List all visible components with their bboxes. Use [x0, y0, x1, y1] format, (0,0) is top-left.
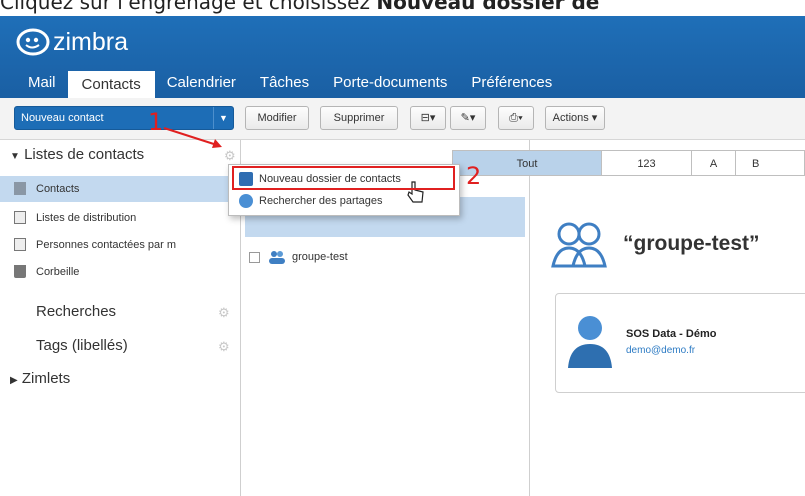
searches-heading[interactable]: Recherches	[36, 303, 116, 320]
highlight-box	[232, 166, 455, 190]
caption-bold: Nouveau dossier de	[376, 0, 600, 14]
caption-prefix: Cliquez sur l'engrenage et choisissez	[0, 0, 377, 14]
collapse-arrow-icon[interactable]: ▼	[10, 151, 20, 162]
contact-lists-heading[interactable]: ▼ Listes de contacts	[10, 146, 144, 163]
filter-123[interactable]: 123	[602, 150, 692, 176]
contact-detail-pane: “groupe-test” SOS Data - Démo demo@demo.…	[531, 176, 805, 496]
annotation-arrow	[163, 127, 222, 148]
actions-button[interactable]: Actions ▾	[545, 106, 605, 130]
tag-dropdown-button[interactable]: ⊟▾	[410, 106, 446, 130]
tag-icon: ⊟▾	[420, 112, 436, 124]
share-search-icon	[239, 194, 253, 208]
searches-gear-icon[interactable]: ⚙	[218, 305, 230, 321]
sidebar-item-contacts[interactable]: Contacts	[0, 176, 240, 202]
menu-item-search-shares[interactable]: Rechercher des partages	[235, 190, 383, 212]
tab-tasks[interactable]: Tâches	[248, 68, 321, 98]
group-avatar-icon	[551, 222, 607, 268]
menu-item-label: Rechercher des partages	[259, 195, 383, 207]
group-icon	[269, 251, 285, 264]
edit-button[interactable]: Modifier	[245, 106, 309, 130]
zimbra-logo[interactable]: zimbra	[16, 22, 128, 62]
filter-b[interactable]: B	[736, 150, 805, 176]
group-title: “groupe-test”	[623, 232, 760, 255]
sidebar-item-label: Listes de distribution	[36, 212, 137, 224]
tags-gear-icon[interactable]: ⚙	[218, 339, 230, 355]
delete-button[interactable]: Supprimer	[320, 106, 398, 130]
filter-a[interactable]: A	[692, 150, 736, 176]
pencil-icon: ✎▾	[460, 112, 476, 124]
list-icon	[14, 211, 26, 224]
expand-arrow-icon[interactable]: ▶	[10, 375, 18, 386]
zimlets-label: Zimlets	[21, 370, 71, 387]
sidebar: ▼ Listes de contacts ⚙ Contacts Listes d…	[0, 140, 240, 496]
sidebar-item-label: Corbeille	[36, 266, 80, 278]
tags-heading[interactable]: Tags (libellés)	[36, 337, 128, 354]
sidebar-item-distribution-lists[interactable]: Listes de distribution	[0, 205, 240, 231]
print-dropdown-button[interactable]: ⎙▾	[498, 106, 534, 130]
alphabet-filter: Tout 123 A B	[452, 150, 805, 176]
address-book-icon	[14, 182, 26, 195]
contacts-book-icon	[14, 238, 26, 251]
app-tabs: Mail Contacts Calendrier Tâches Porte-do…	[0, 68, 564, 98]
zimbra-logo-icon	[16, 28, 50, 56]
tab-contacts[interactable]: Contacts	[67, 71, 155, 98]
sidebar-item-emailed-contacts[interactable]: Personnes contactées par m	[0, 232, 240, 258]
list-item[interactable]: groupe-test	[249, 246, 348, 268]
trash-icon	[14, 265, 26, 278]
tab-preferences[interactable]: Préférences	[459, 68, 564, 98]
member-card[interactable]: SOS Data - Démo demo@demo.fr	[555, 293, 805, 393]
tab-calendar[interactable]: Calendrier	[155, 68, 248, 98]
tab-mail[interactable]: Mail	[0, 68, 68, 98]
app-header: zimbra Mail Contacts Calendrier Tâches P…	[0, 16, 805, 98]
contact-lists-label: Listes de contacts	[24, 146, 145, 163]
new-contact-label: Nouveau contact	[21, 112, 104, 124]
row-checkbox[interactable]	[249, 251, 260, 263]
sidebar-item-trash[interactable]: Corbeille	[0, 259, 240, 285]
list-item-label: groupe-test	[292, 251, 348, 263]
logo-text: zimbra	[53, 27, 129, 56]
edit-tag-dropdown-button[interactable]: ✎▾	[450, 106, 486, 130]
tab-briefcase[interactable]: Porte-documents	[321, 68, 459, 98]
member-name: SOS Data - Démo	[626, 328, 717, 340]
sidebar-item-label: Personnes contactées par m	[36, 239, 177, 251]
printer-icon: ⎙▾	[509, 112, 523, 124]
toolbar: Nouveau contact ▼ Modifier Supprimer ⊟▾ …	[0, 98, 805, 140]
sidebar-item-label: Contacts	[36, 183, 80, 195]
step-2-marker: 2	[466, 162, 482, 190]
zimlets-heading[interactable]: ▶ Zimlets	[10, 370, 70, 387]
member-email[interactable]: demo@demo.fr	[626, 345, 695, 356]
tutorial-caption: Cliquez sur l'engrenage et choisissez No…	[0, 0, 805, 16]
person-avatar-icon	[568, 316, 612, 368]
